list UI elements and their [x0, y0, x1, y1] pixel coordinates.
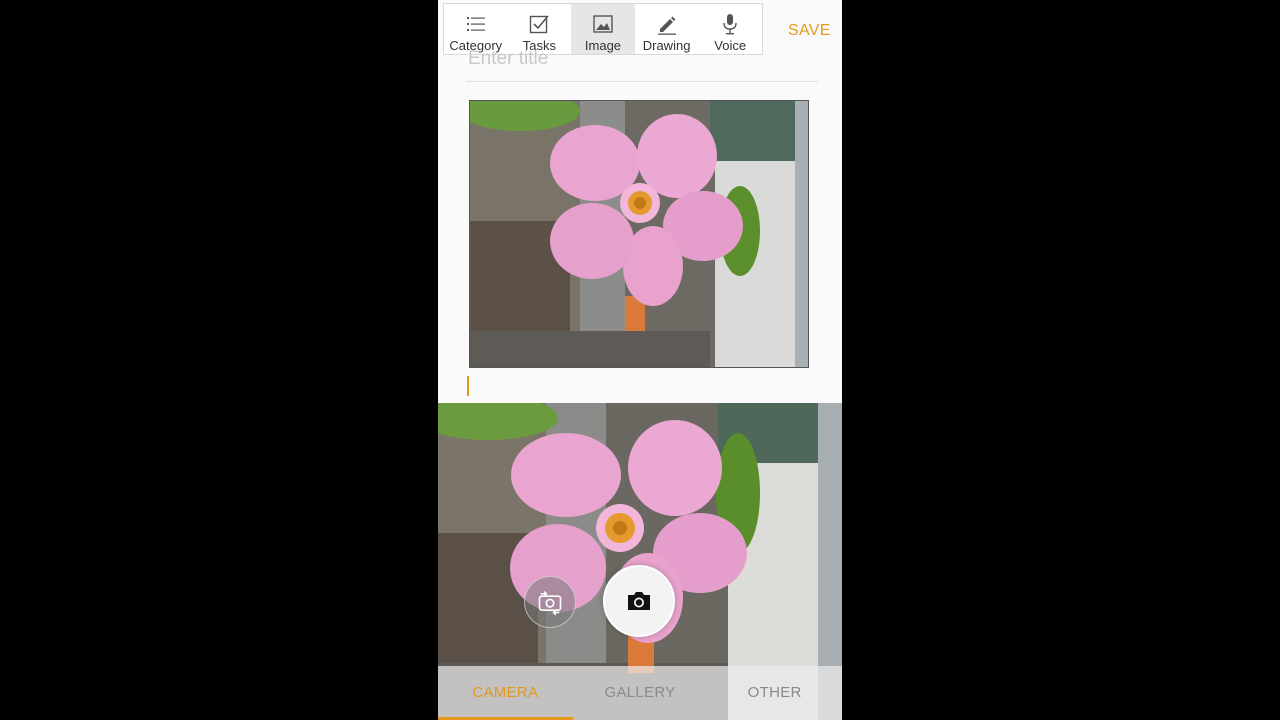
shutter-button[interactable]: [603, 565, 675, 637]
save-button[interactable]: SAVE: [788, 22, 831, 40]
tab-gallery[interactable]: GALLERY: [573, 666, 708, 720]
source-tabs: CAMERA GALLERY OTHER: [438, 666, 842, 720]
camera-preview[interactable]: CAMERA GALLERY OTHER: [438, 403, 842, 720]
pencil-icon: [657, 16, 676, 35]
drawing-label: Drawing: [642, 38, 691, 53]
image-label: Image: [584, 38, 622, 53]
tab-other[interactable]: OTHER: [707, 666, 842, 720]
voice-button[interactable]: Voice: [698, 4, 762, 54]
switch-camera-icon: [538, 590, 562, 616]
image-icon: [593, 15, 613, 33]
list-icon: [466, 17, 485, 31]
tab-camera[interactable]: CAMERA: [438, 666, 573, 720]
insert-toolbar: Category Tasks Image Drawing Voice: [443, 3, 763, 55]
category-button[interactable]: Category: [444, 4, 508, 54]
switch-camera-button[interactable]: [524, 576, 576, 628]
inserted-image[interactable]: [469, 100, 809, 368]
tasks-button[interactable]: Tasks: [508, 4, 572, 54]
title-input[interactable]: Enter title: [468, 50, 548, 70]
drawing-button[interactable]: Drawing: [635, 4, 699, 54]
title-divider: [466, 81, 818, 82]
camera-icon: [628, 592, 650, 610]
voice-label: Voice: [714, 38, 747, 53]
text-cursor: [467, 376, 469, 396]
checkbox-icon: [530, 15, 550, 34]
image-button[interactable]: Image: [571, 4, 635, 54]
phone-screen: Category Tasks Image Drawing Voice SAVE …: [438, 0, 842, 720]
microphone-icon: [723, 14, 737, 35]
flower-photo: [470, 101, 808, 367]
